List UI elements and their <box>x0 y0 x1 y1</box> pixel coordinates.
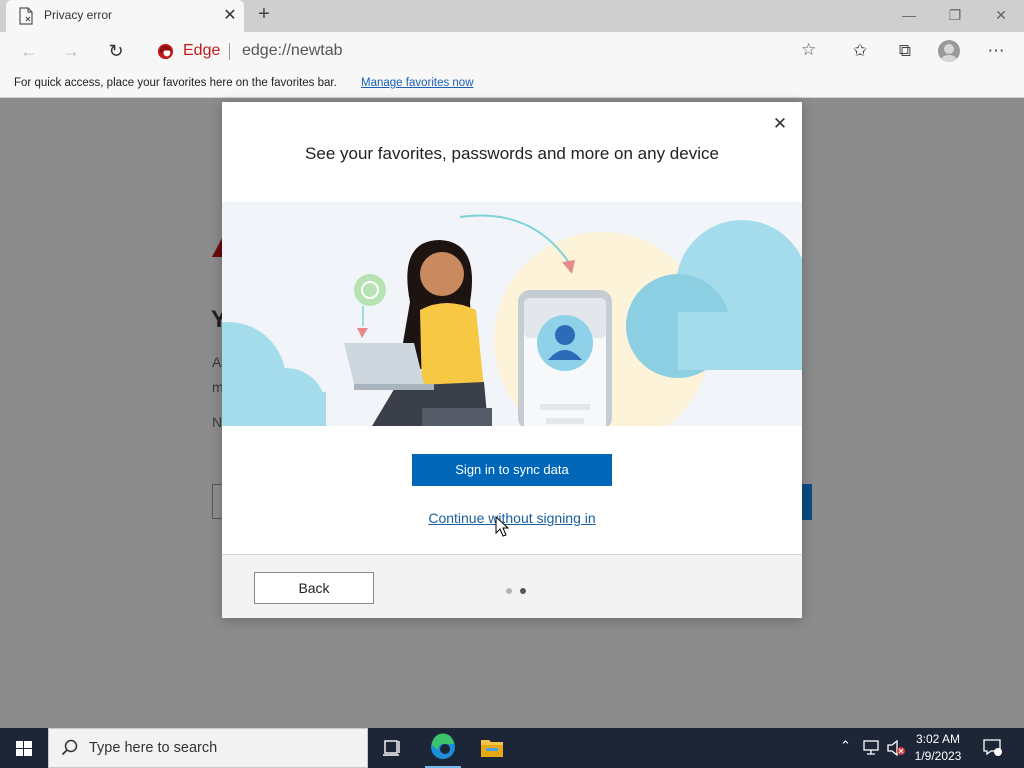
browser-tab[interactable]: Privacy error ✕ <box>6 0 244 32</box>
dialog-close-icon[interactable]: ✕ <box>770 114 790 134</box>
sign-in-sync-button[interactable]: Sign in to sync data <box>412 454 612 486</box>
add-favorite-star-icon[interactable]: ☆ <box>801 40 816 60</box>
new-tab-button[interactable]: + <box>252 3 276 27</box>
favorites-bar: For quick access, place your favorites h… <box>0 70 1024 98</box>
clock-date: 1/9/2023 <box>914 749 962 763</box>
omnibox-divider <box>229 43 230 60</box>
collections-icon[interactable]: ⧉ <box>890 36 920 66</box>
mouse-cursor-icon <box>495 516 509 537</box>
url-text[interactable]: edge://newtab <box>242 42 343 60</box>
file-explorer-icon[interactable] <box>468 728 516 768</box>
search-icon <box>61 739 78 756</box>
task-view-icon[interactable] <box>368 728 416 768</box>
notification-center-icon[interactable] <box>982 737 1002 757</box>
pagination-dot[interactable] <box>506 588 512 594</box>
more-menu-icon[interactable]: ⋯ <box>981 36 1011 66</box>
search-placeholder: Type here to search <box>89 740 218 756</box>
page-text-fragment: A <box>212 354 222 370</box>
pagination-dot-active[interactable] <box>520 588 526 594</box>
page-error-icon <box>19 7 33 25</box>
page-text-fragment: N <box>212 414 223 430</box>
favorites-bar-hint: For quick access, place your favorites h… <box>14 77 337 89</box>
refresh-icon[interactable]: ↻ <box>101 36 131 66</box>
profile-avatar[interactable] <box>938 40 960 62</box>
taskbar-search-box[interactable]: Type here to search <box>48 728 368 768</box>
title-bar: Privacy error ✕ + — ❐ ✕ <box>0 0 1024 32</box>
network-icon[interactable] <box>862 740 880 756</box>
edge-logo-icon <box>157 43 174 60</box>
back-button[interactable]: Back <box>254 572 374 604</box>
forward-arrow-icon[interactable]: → <box>56 36 86 66</box>
favorites-icon[interactable]: ✩ <box>845 36 875 66</box>
show-hidden-icons-chevron-icon[interactable]: ⌃ <box>840 738 851 754</box>
address-bar[interactable]: Edge edge://newtab ☆ <box>143 36 835 66</box>
dialog-footer: Back <box>222 554 802 618</box>
edge-app-icon <box>431 733 455 759</box>
site-identity-label[interactable]: Edge <box>183 42 220 60</box>
manage-favorites-link[interactable]: Manage favorites now <box>361 77 474 89</box>
sync-illustration <box>222 202 802 426</box>
windows-taskbar: Type here to search ⌃ 3:02 AM 1/9/2023 <box>0 728 1024 768</box>
clock-time: 3:02 AM <box>915 732 961 746</box>
continue-link-text[interactable]: Continue without signing in <box>428 510 595 526</box>
browser-toolbar: ← → ↻ Edge edge://newtab ☆ ✩ ⧉ ⋯ <box>0 32 1024 70</box>
taskbar-edge-app[interactable] <box>419 728 467 768</box>
dialog-title: See your favorites, passwords and more o… <box>305 144 719 163</box>
tab-close-icon[interactable]: ✕ <box>220 6 240 26</box>
close-window-button[interactable]: ✕ <box>978 0 1024 30</box>
restore-button[interactable]: ❐ <box>932 0 978 30</box>
system-clock[interactable]: 3:02 AM 1/9/2023 <box>900 731 976 765</box>
back-arrow-icon[interactable]: ← <box>14 36 44 66</box>
tab-title: Privacy error <box>44 8 113 22</box>
minimize-button[interactable]: — <box>886 0 932 30</box>
continue-without-signin-link[interactable]: Continue without signing in <box>222 510 802 526</box>
sync-signin-dialog: ✕ See your favorites, passwords and more… <box>222 102 802 618</box>
windows-start-icon[interactable] <box>0 728 48 768</box>
